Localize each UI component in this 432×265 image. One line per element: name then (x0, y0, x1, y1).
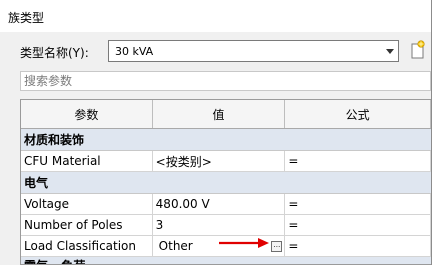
param-value[interactable]: <按类别> (153, 151, 286, 171)
table-row[interactable]: Voltage 480.00 V = (21, 194, 431, 215)
family-types-dialog: 族类型 类型名称(Y): 30 kVA 参数 值 公式 材质和装饰 CFU Ma… (0, 0, 432, 265)
grid-header: 参数 值 公式 (21, 100, 431, 129)
dialog-title: 族类型 (8, 11, 45, 25)
type-name-value: 30 kVA (115, 44, 154, 58)
param-value[interactable]: 480.00 V (153, 194, 286, 214)
new-type-icon (411, 40, 425, 59)
search-input[interactable] (21, 72, 430, 90)
column-header-parameter[interactable]: 参数 (21, 100, 153, 128)
param-name: CFU Material (21, 151, 153, 171)
type-name-label: 类型名称(Y): (20, 46, 89, 60)
param-formula[interactable]: = (285, 236, 431, 256)
param-formula[interactable]: = (285, 215, 431, 235)
param-name: Number of Poles (21, 215, 153, 235)
param-formula[interactable]: = (285, 151, 431, 171)
group-header-electrical[interactable]: 电气 (21, 172, 431, 194)
red-arrow-icon (219, 238, 269, 248)
column-header-value[interactable]: 值 (153, 100, 286, 128)
new-type-button[interactable] (408, 39, 428, 61)
group-header-materials[interactable]: 材质和装饰 (21, 129, 431, 151)
search-parameters-box[interactable] (20, 71, 431, 91)
table-row[interactable]: Number of Poles 3 = (21, 215, 431, 236)
param-formula[interactable]: = (285, 194, 431, 214)
chevron-down-icon[interactable] (381, 41, 398, 61)
param-name: Voltage (21, 194, 153, 214)
ellipsis-icon[interactable]: … (271, 241, 283, 252)
table-row[interactable]: CFU Material <按类别> = (21, 151, 431, 172)
param-name: Load Classification (21, 236, 153, 256)
type-name-row: 类型名称(Y): 30 kVA (0, 32, 431, 68)
param-value: Other (158, 239, 193, 253)
type-name-dropdown[interactable]: 30 kVA (108, 40, 399, 62)
param-value[interactable]: 3 (153, 215, 286, 235)
column-header-formula[interactable]: 公式 (285, 100, 431, 128)
title-bar: 族类型 (0, 0, 431, 32)
group-header-partial[interactable]: 電気 - 負荷 (21, 257, 431, 264)
